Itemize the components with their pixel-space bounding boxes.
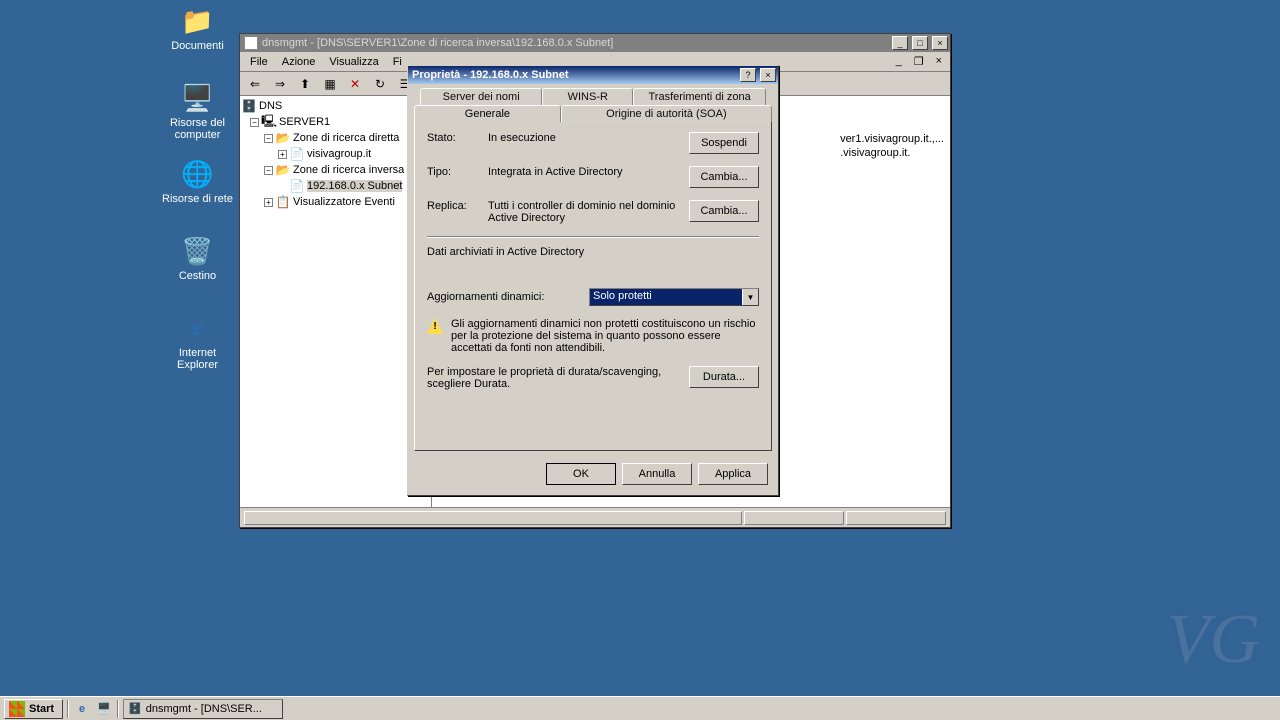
collapse-icon[interactable]: − bbox=[264, 134, 273, 143]
folder-icon: 📁 bbox=[182, 5, 214, 37]
trash-icon: 🗑️ bbox=[182, 235, 214, 267]
back-button[interactable]: ⇐ bbox=[244, 73, 266, 95]
dialog-titlebar[interactable]: Proprietà - 192.168.0.x Subnet ? × bbox=[408, 66, 778, 84]
taskbar-task-dnsmgmt[interactable]: 🗄️ dnsmgmt - [DNS\SER... bbox=[123, 699, 283, 719]
child-restore-button[interactable]: ❐ bbox=[908, 53, 930, 70]
list-item[interactable]: .visivagroup.it. bbox=[838, 146, 946, 160]
warning-text: Gli aggiornamenti dinamici non protetti … bbox=[451, 318, 759, 354]
wallpaper-logo: VG bbox=[1167, 600, 1260, 680]
quicklaunch-ie[interactable]: e bbox=[73, 700, 91, 718]
taskbar: Start e 🖥️ 🗄️ dnsmgmt - [DNS\SER... bbox=[0, 696, 1280, 720]
tree-server[interactable]: −🖳SERVER1 bbox=[242, 114, 429, 130]
tree-pane[interactable]: 🗄️DNS −🖳SERVER1 −📂Zone di ricerca dirett… bbox=[240, 96, 432, 507]
warning-icon: ! bbox=[427, 318, 443, 334]
status-bar bbox=[240, 507, 950, 527]
delete-button[interactable]: ✕ bbox=[344, 73, 366, 95]
folder-icon: 📂 bbox=[276, 163, 290, 177]
tab-trasferimenti[interactable]: Trasferimenti di zona bbox=[633, 88, 766, 105]
menu-file[interactable]: File bbox=[244, 54, 274, 70]
expand-icon[interactable]: + bbox=[264, 198, 273, 207]
tab-panel-generale: Stato: In esecuzione Sospendi Tipo: Inte… bbox=[414, 121, 772, 451]
server-icon: 🖳 bbox=[262, 115, 276, 129]
event-viewer-icon: 📋 bbox=[276, 195, 290, 209]
tipo-value: Integrata in Active Directory bbox=[488, 166, 683, 178]
show-hide-tree-button[interactable]: ▦ bbox=[319, 73, 341, 95]
expand-icon[interactable]: + bbox=[278, 150, 287, 159]
child-close-button[interactable]: × bbox=[930, 53, 948, 70]
dns-icon: 🗄️ bbox=[242, 99, 256, 113]
tree-zone-192-168-0[interactable]: 📄192.168.0.x Subnet bbox=[242, 178, 429, 194]
mmc-titlebar[interactable]: dnsmgmt - [DNS\SERVER1\Zone di ricerca i… bbox=[240, 34, 950, 52]
desktop-icon-label: Documenti bbox=[160, 40, 235, 52]
computer-icon: 🖥️ bbox=[182, 82, 214, 114]
desktop-icon-risorse-computer[interactable]: 🖥️ Risorse del computer bbox=[160, 82, 235, 141]
list-item[interactable]: ver1.visivagroup.it.,... bbox=[838, 132, 946, 146]
desktop-icon-label: Risorse del computer bbox=[160, 117, 235, 141]
ie-icon: e bbox=[182, 312, 214, 344]
desktop-icon-label: Internet Explorer bbox=[160, 347, 235, 371]
start-label: Start bbox=[29, 703, 54, 715]
archiviati-text: Dati archiviati in Active Directory bbox=[427, 246, 759, 258]
applica-button[interactable]: Applica bbox=[698, 463, 768, 485]
quicklaunch-desktop[interactable]: 🖥️ bbox=[95, 700, 113, 718]
zone-icon: 📄 bbox=[290, 147, 304, 161]
help-button[interactable]: ? bbox=[740, 68, 756, 82]
network-icon: 🌐 bbox=[182, 158, 214, 190]
aggiornamenti-label: Aggiornamenti dinamici: bbox=[427, 291, 583, 303]
chevron-down-icon[interactable]: ▼ bbox=[742, 289, 758, 305]
tab-soa[interactable]: Origine di autorità (SOA) bbox=[561, 105, 772, 122]
collapse-icon[interactable]: − bbox=[264, 166, 273, 175]
menu-azione[interactable]: Azione bbox=[276, 54, 322, 70]
menu-visualizza[interactable]: Visualizza bbox=[323, 54, 384, 70]
start-button[interactable]: Start bbox=[4, 699, 63, 719]
desktop-icon-risorse-rete[interactable]: 🌐 Risorse di rete bbox=[160, 158, 235, 205]
ok-button[interactable]: OK bbox=[546, 463, 616, 485]
app-icon bbox=[244, 36, 258, 50]
minimize-button[interactable]: _ bbox=[892, 36, 908, 50]
dialog-title: Proprietà - 192.168.0.x Subnet bbox=[412, 69, 736, 81]
replica-value: Tutti i controller di dominio nel domini… bbox=[488, 200, 683, 224]
tab-wins-r[interactable]: WINS-R bbox=[542, 88, 633, 105]
annulla-button[interactable]: Annulla bbox=[622, 463, 692, 485]
tab-server-dei-nomi[interactable]: Server dei nomi bbox=[420, 88, 542, 105]
collapse-icon[interactable]: − bbox=[250, 118, 259, 127]
tree-event-viewer[interactable]: +📋Visualizzatore Eventi bbox=[242, 194, 429, 210]
durata-text: Per impostare le proprietà di durata/sca… bbox=[427, 366, 681, 390]
desktop-icon-documenti[interactable]: 📁 Documenti bbox=[160, 5, 235, 52]
refresh-button[interactable]: ↻ bbox=[369, 73, 391, 95]
close-button[interactable]: × bbox=[932, 36, 948, 50]
properties-dialog: Proprietà - 192.168.0.x Subnet ? × Serve… bbox=[407, 65, 779, 496]
tree-reverse-zones[interactable]: −📂Zone di ricerca inversa bbox=[242, 162, 429, 178]
stato-value: In esecuzione bbox=[488, 132, 683, 144]
desktop-icon-label: Risorse di rete bbox=[160, 193, 235, 205]
forward-button[interactable]: ⇒ bbox=[269, 73, 291, 95]
durata-button[interactable]: Durata... bbox=[689, 366, 759, 388]
tree-zone-visivagroup[interactable]: +📄visivagroup.it bbox=[242, 146, 429, 162]
stato-label: Stato: bbox=[427, 132, 482, 144]
tipo-label: Tipo: bbox=[427, 166, 482, 178]
replica-label: Replica: bbox=[427, 200, 482, 212]
close-button[interactable]: × bbox=[760, 68, 776, 82]
app-icon: 🗄️ bbox=[128, 702, 142, 715]
desktop-icon-label: Cestino bbox=[160, 270, 235, 282]
maximize-button[interactable]: □ bbox=[912, 36, 928, 50]
aggiornamenti-value: Solo protetti bbox=[590, 289, 742, 305]
child-minimize-button[interactable]: _ bbox=[890, 53, 908, 70]
tab-generale[interactable]: Generale bbox=[414, 105, 561, 122]
sospendi-button[interactable]: Sospendi bbox=[689, 132, 759, 154]
desktop-icon-cestino[interactable]: 🗑️ Cestino bbox=[160, 235, 235, 282]
cambia-tipo-button[interactable]: Cambia... bbox=[689, 166, 759, 188]
cambia-replica-button[interactable]: Cambia... bbox=[689, 200, 759, 222]
desktop-icon-ie[interactable]: e Internet Explorer bbox=[160, 312, 235, 371]
menu-finestra[interactable]: Fi bbox=[387, 54, 408, 70]
mmc-title: dnsmgmt - [DNS\SERVER1\Zone di ricerca i… bbox=[262, 37, 888, 49]
aggiornamenti-combo[interactable]: Solo protetti ▼ bbox=[589, 288, 759, 306]
task-label: dnsmgmt - [DNS\SER... bbox=[146, 703, 262, 715]
up-button[interactable]: ⬆ bbox=[294, 73, 316, 95]
windows-icon bbox=[9, 701, 25, 717]
zone-icon: 📄 bbox=[290, 179, 304, 193]
folder-icon: 📂 bbox=[276, 131, 290, 145]
